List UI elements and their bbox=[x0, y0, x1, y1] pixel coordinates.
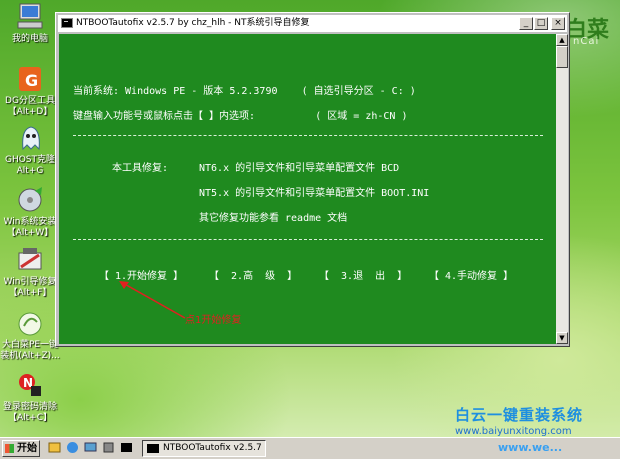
desktop-icon-ghost[interactable]: GHOST克隆 Alt+G bbox=[0, 123, 60, 177]
desktop-icon-my-computer[interactable]: 我的电脑 bbox=[0, 2, 60, 45]
computer-icon bbox=[15, 2, 45, 32]
fix-other-line: 其它修复功能参看 readme 文档 bbox=[199, 213, 348, 224]
icon-label: GHOST克隆 bbox=[4, 155, 56, 165]
fix-intro-label: 本工具修复: bbox=[112, 163, 169, 174]
icon-label: 大白菜PE一键 bbox=[1, 340, 59, 350]
maximize-button[interactable]: □ bbox=[534, 17, 548, 30]
password-clear-icon: N bbox=[15, 370, 45, 400]
desktop: 白菜 nCai 我的电脑 G DG分区工具 【Alt+D】 GHOST克隆 Al… bbox=[0, 0, 620, 437]
quicklaunch-tool-icon[interactable] bbox=[102, 441, 115, 454]
icon-shortcut: 【Alt+D】 bbox=[7, 107, 53, 117]
icon-shortcut: 装机(Alt+Z)... bbox=[0, 351, 60, 361]
quicklaunch-desktop-icon[interactable] bbox=[84, 441, 97, 454]
menu-manual-repair[interactable]: 【 4.手动修复 】 bbox=[429, 267, 513, 282]
icon-label: DG分区工具 bbox=[5, 96, 55, 106]
watermark: 白云一键重装系统 www.baiyunxitong.com bbox=[455, 404, 583, 437]
icon-shortcut: 【Alt+F】 bbox=[8, 288, 52, 298]
taskbar: 开始 NTBOOTautofix v2.5.7 b... www.we... bbox=[0, 437, 620, 459]
start-button[interactable]: 开始 bbox=[2, 440, 40, 457]
fix-nt5-line: NT5.x 的引导文件和引导菜单配置文件 BOOT.INI bbox=[199, 188, 430, 199]
icon-label: 登录密码清除 bbox=[2, 402, 57, 412]
annotation-arrow bbox=[119, 281, 186, 319]
icon-label: Win引导修复 bbox=[3, 277, 57, 287]
window-title: NTBOOTautofix v2.5.7 by chz_hlh - NT系统引导… bbox=[76, 18, 310, 28]
annotation-text: 点1开始修复 bbox=[185, 315, 242, 326]
close-button[interactable]: × bbox=[551, 17, 565, 30]
scroll-thumb[interactable] bbox=[556, 46, 568, 68]
desktop-icon-win-install[interactable]: Win系统安装 【Alt+W】 bbox=[0, 185, 60, 239]
quicklaunch-explorer-icon[interactable] bbox=[48, 441, 61, 454]
boot-repair-icon bbox=[15, 245, 45, 275]
svg-text:G: G bbox=[25, 71, 38, 90]
desktop-icon-password-clear[interactable]: N 登录密码清除 【Alt+C】 bbox=[0, 370, 60, 424]
quicklaunch-browser-icon[interactable] bbox=[66, 441, 79, 454]
start-label: 开始 bbox=[17, 443, 37, 454]
quicklaunch-console-icon[interactable] bbox=[120, 441, 133, 454]
input-prompt-line: 键盘输入功能号或鼠标点击【 】内选项: ( 区域 = zh-CN ) bbox=[73, 111, 408, 122]
watermark-title: 白云一键重装系统 bbox=[455, 406, 584, 424]
watermark-partial: www.we... bbox=[498, 441, 563, 454]
task-label: NTBOOTautofix v2.5.7 b... bbox=[163, 443, 265, 453]
partition-tool-icon: G bbox=[15, 64, 45, 94]
console-icon bbox=[147, 444, 159, 453]
menu-exit[interactable]: 【 3.退 出 】 bbox=[319, 267, 407, 282]
divider bbox=[73, 239, 543, 240]
icon-label: 我的电脑 bbox=[11, 34, 48, 44]
scroll-down-icon[interactable]: ▼ bbox=[556, 332, 568, 344]
menu-advanced[interactable]: 【 2.高 级 】 bbox=[209, 267, 297, 282]
current-system-line: 当前系统: Windows PE - 版本 5.2.3790 ( 自选引导分区 … bbox=[73, 86, 416, 97]
console-icon bbox=[61, 18, 73, 28]
desktop-icon-dg-partition[interactable]: G DG分区工具 【Alt+D】 bbox=[0, 64, 60, 118]
desktop-icon-pe-install[interactable]: 大白菜PE一键 装机(Alt+Z)... bbox=[0, 308, 60, 362]
brand-subtext: nCai bbox=[573, 36, 600, 47]
cabbage-app-icon bbox=[15, 308, 45, 338]
window-titlebar[interactable]: NTBOOTautofix v2.5.7 by chz_hlh - NT系统引导… bbox=[58, 15, 567, 32]
minimize-button[interactable]: _ bbox=[519, 17, 533, 30]
desktop-icon-boot-repair[interactable]: Win引导修复 【Alt+F】 bbox=[0, 245, 60, 299]
ghost-icon bbox=[15, 123, 45, 153]
windows-flag-icon bbox=[5, 444, 14, 453]
icon-shortcut: Alt+G bbox=[16, 166, 44, 176]
scroll-up-icon[interactable]: ▲ bbox=[556, 34, 568, 46]
divider bbox=[73, 135, 543, 136]
fix-nt6-line: NT6.x 的引导文件和引导菜单配置文件 BCD bbox=[199, 163, 400, 174]
taskbar-task-ntbootautofix[interactable]: NTBOOTautofix v2.5.7 b... bbox=[142, 440, 266, 457]
install-disc-icon bbox=[15, 185, 45, 215]
icon-shortcut: 【Alt+W】 bbox=[6, 228, 54, 238]
vertical-scrollbar[interactable]: ▲ ▼ bbox=[556, 34, 568, 344]
icon-shortcut: 【Alt+C】 bbox=[7, 413, 52, 423]
watermark-url: www.baiyunxitong.com bbox=[455, 426, 572, 437]
icon-label: Win系统安装 bbox=[3, 217, 57, 227]
